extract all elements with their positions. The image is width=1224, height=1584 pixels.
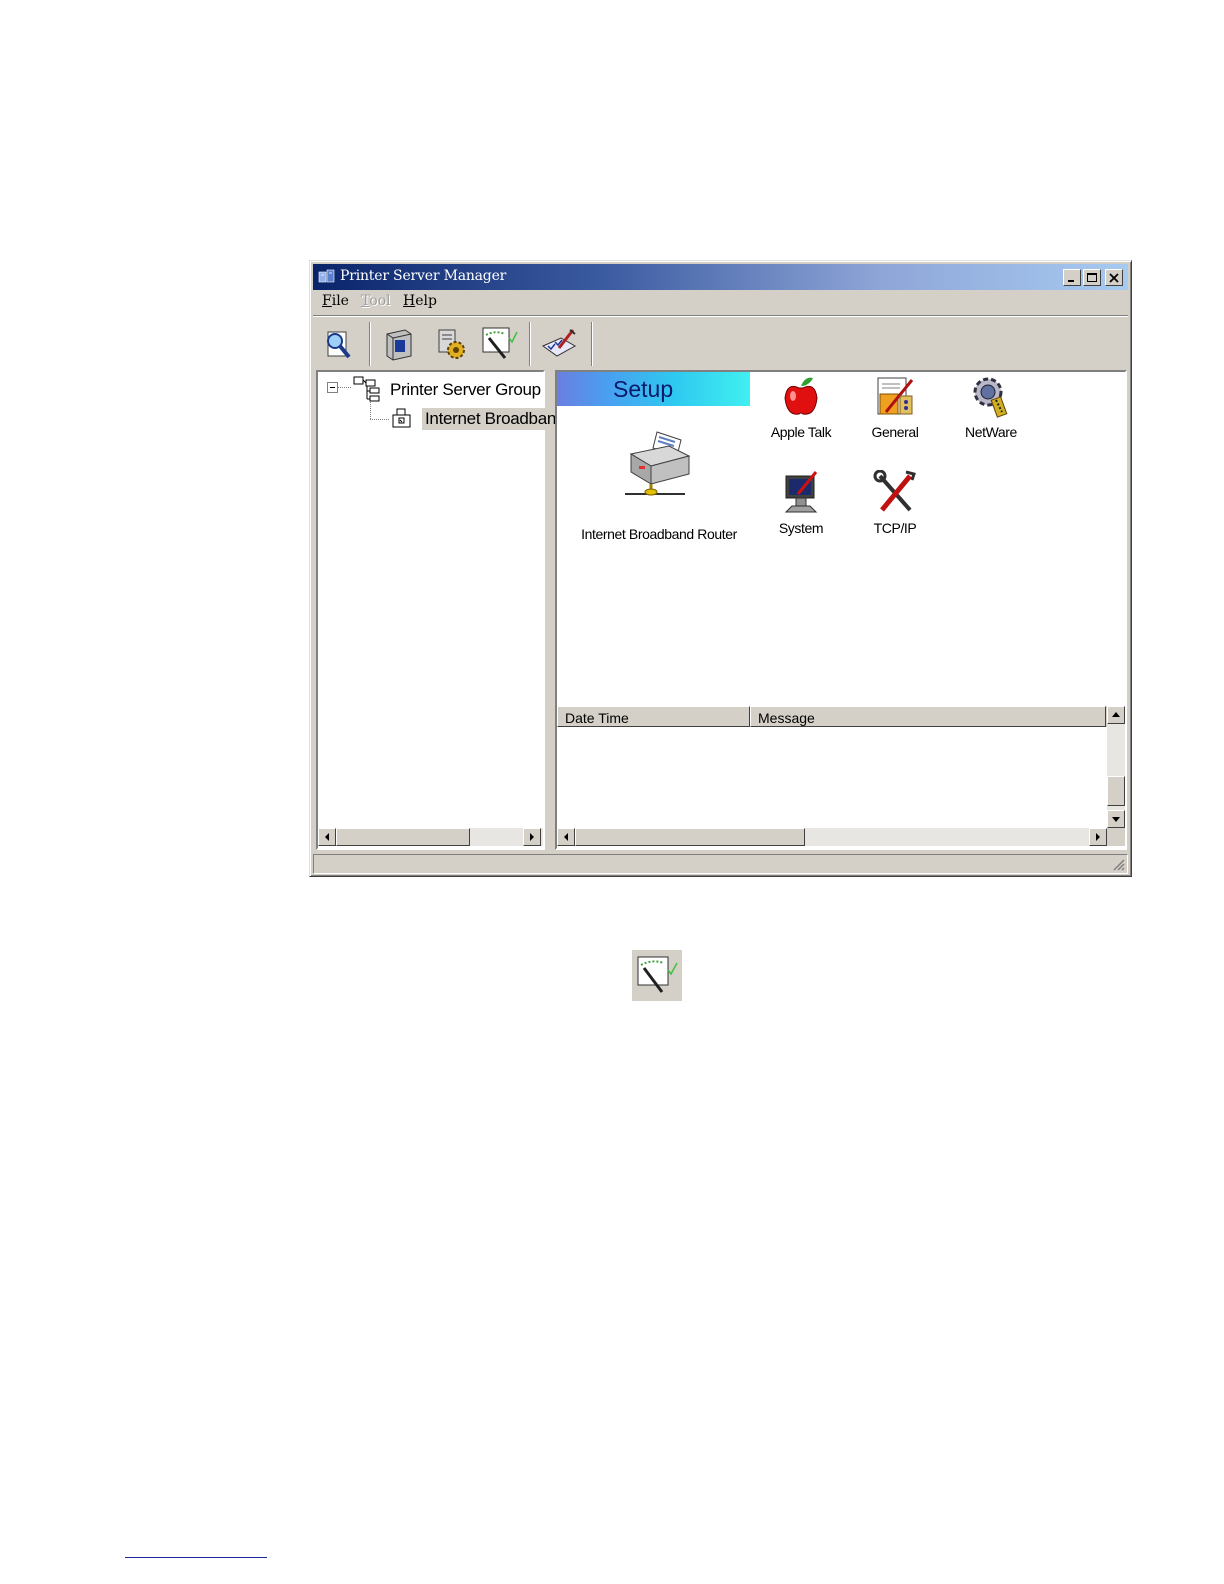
device-button[interactable] bbox=[379, 324, 419, 364]
maximize-button[interactable] bbox=[1083, 269, 1101, 286]
toolbar-separator bbox=[369, 322, 371, 366]
arrow-right-icon bbox=[1096, 833, 1100, 841]
system-label: System bbox=[778, 520, 824, 536]
minimize-button[interactable] bbox=[1063, 269, 1081, 286]
device-icon bbox=[386, 329, 412, 361]
app-icon bbox=[318, 269, 335, 283]
footer-rule bbox=[125, 1557, 267, 1558]
arrow-left-icon bbox=[564, 833, 568, 841]
arrow-left-icon bbox=[325, 833, 329, 841]
title-bar[interactable]: Printer Server Manager bbox=[313, 264, 1128, 290]
network-printer-icon bbox=[625, 431, 691, 496]
device-item[interactable]: Internet Broadband Router bbox=[569, 428, 749, 542]
column-header-date-time[interactable]: Date Time bbox=[557, 706, 750, 727]
apple-icon bbox=[784, 377, 818, 415]
scroll-left-button[interactable] bbox=[557, 828, 575, 846]
netware-gear-icon bbox=[973, 377, 1008, 418]
arrow-up-icon bbox=[1112, 712, 1120, 717]
settings-button[interactable] bbox=[431, 324, 471, 364]
checklist-icon bbox=[541, 329, 577, 357]
tree-item-label: Printer Server Group bbox=[390, 380, 541, 399]
menu-file[interactable]: File bbox=[322, 293, 349, 309]
toolbar bbox=[313, 315, 1128, 370]
tree-horizontal-scrollbar[interactable] bbox=[318, 828, 543, 846]
system-item[interactable]: System bbox=[753, 470, 849, 536]
scroll-up-button[interactable] bbox=[1107, 706, 1125, 724]
tcp-ip-label: TCP/IP bbox=[873, 520, 917, 536]
menu-help[interactable]: Help bbox=[403, 293, 437, 309]
resize-grip-icon[interactable] bbox=[1111, 857, 1125, 871]
apple-talk-label: Apple Talk bbox=[770, 424, 832, 440]
computer-icon bbox=[784, 471, 818, 513]
wizard-toolbar-button-illustration bbox=[632, 950, 682, 1001]
general-label: General bbox=[871, 424, 919, 440]
toolbar-separator bbox=[529, 322, 531, 366]
log-vertical-scrollbar[interactable] bbox=[1107, 706, 1125, 828]
general-item[interactable]: General bbox=[847, 374, 943, 440]
tcp-ip-item[interactable]: TCP/IP bbox=[847, 470, 943, 536]
wizard-button[interactable] bbox=[479, 324, 519, 364]
checklist-button[interactable] bbox=[539, 324, 579, 364]
toolbar-separator bbox=[591, 322, 593, 366]
log-horizontal-scrollbar[interactable] bbox=[557, 828, 1107, 846]
wizard-icon bbox=[637, 956, 678, 993]
setup-banner: Setup bbox=[557, 372, 750, 406]
menu-tool[interactable]: Tool bbox=[361, 293, 391, 309]
device-label: Internet Broadband Router bbox=[581, 526, 737, 542]
printer-server-manager-window: Printer Server Manager File Tool Help Pr… bbox=[309, 260, 1132, 877]
scroll-down-button[interactable] bbox=[1107, 810, 1125, 828]
search-icon bbox=[327, 331, 351, 359]
settings-gear-icon bbox=[438, 329, 465, 359]
scroll-right-button[interactable] bbox=[523, 828, 541, 846]
tree-item-printer-server-group[interactable]: Printer Server Group bbox=[352, 375, 541, 405]
apple-talk-item[interactable]: Apple Talk bbox=[753, 374, 849, 440]
general-icon bbox=[877, 377, 914, 415]
scroll-corner bbox=[1107, 828, 1125, 846]
netware-item[interactable]: NetWare bbox=[943, 374, 1039, 440]
close-icon bbox=[1109, 273, 1119, 283]
arrow-down-icon bbox=[1112, 817, 1120, 822]
scroll-thumb[interactable] bbox=[575, 828, 805, 846]
search-button[interactable] bbox=[319, 324, 359, 364]
tree-pane: Printer Server Group Internet Broadband … bbox=[316, 370, 622, 850]
window-title: Printer Server Manager bbox=[340, 268, 507, 284]
setup-banner-label: Setup bbox=[613, 376, 674, 402]
log-list-header: Date Time Message bbox=[557, 706, 1125, 727]
column-header-message[interactable]: Message bbox=[750, 706, 1106, 727]
group-tree-icon bbox=[353, 376, 380, 402]
printer-server-icon bbox=[392, 408, 411, 428]
arrow-right-icon bbox=[530, 833, 534, 841]
status-bar bbox=[313, 854, 1128, 874]
tools-icon bbox=[873, 470, 916, 512]
close-button[interactable] bbox=[1105, 269, 1123, 286]
scroll-left-button[interactable] bbox=[318, 828, 336, 846]
vertical-scroll-thumb[interactable] bbox=[1107, 776, 1125, 806]
wizard-icon bbox=[482, 327, 518, 359]
scroll-right-button[interactable] bbox=[1089, 828, 1107, 846]
maximize-icon bbox=[1087, 273, 1097, 282]
netware-label: NetWare bbox=[965, 424, 1017, 440]
minimize-icon bbox=[1068, 280, 1074, 282]
menu-bar: File Tool Help bbox=[313, 291, 1128, 313]
scroll-thumb[interactable] bbox=[336, 828, 470, 846]
setup-pane: Setup Internet Broadband Router Apple Ta… bbox=[555, 370, 1127, 850]
